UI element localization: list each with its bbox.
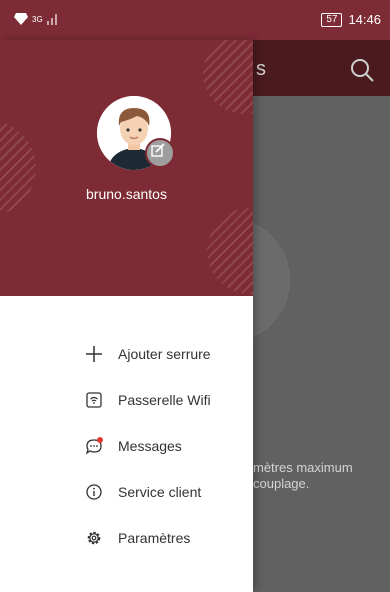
edit-icon: [151, 143, 165, 157]
menu-item-label: Service client: [118, 484, 202, 500]
network-type: 3G: [32, 14, 43, 24]
menu-item-add-lock[interactable]: Ajouter serrure: [84, 340, 249, 368]
signal-icon: [46, 14, 57, 25]
menu-item-label: Paramètres: [118, 530, 191, 546]
message-icon: [84, 436, 104, 456]
menu-item-messages[interactable]: Messages: [84, 432, 249, 460]
diamond-icon: [14, 13, 28, 25]
menu-item-wifi-gateway[interactable]: Passerelle Wifi: [84, 386, 249, 414]
status-bar: 3G 57 14:46: [0, 0, 390, 40]
menu-item-label: Ajouter serrure: [118, 346, 211, 362]
menu-item-label: Passerelle Wifi: [118, 392, 211, 408]
navigation-drawer: bruno.santos Ajouter serrure Passerelle …: [0, 40, 253, 592]
gear-icon: [84, 528, 104, 548]
menu-item-settings[interactable]: Paramètres: [84, 524, 249, 552]
drawer-header: bruno.santos: [0, 40, 253, 296]
app-hint-text: mètres maximum couplage.: [253, 460, 353, 491]
plus-icon: [84, 344, 104, 364]
username: bruno.santos: [86, 186, 167, 202]
app-title-fragment: s: [256, 58, 266, 80]
battery-indicator: 57: [321, 12, 343, 27]
menu-item-label: Messages: [118, 438, 182, 454]
clock: 14:46: [348, 12, 381, 27]
info-icon: [84, 482, 104, 502]
decorative-circle: [203, 40, 253, 114]
search-icon[interactable]: [348, 56, 376, 84]
menu-item-customer-service[interactable]: Service client: [84, 478, 249, 506]
wifi-gateway-icon: [84, 390, 104, 410]
edit-avatar-button[interactable]: [145, 138, 175, 168]
decorative-circle: [207, 208, 253, 294]
